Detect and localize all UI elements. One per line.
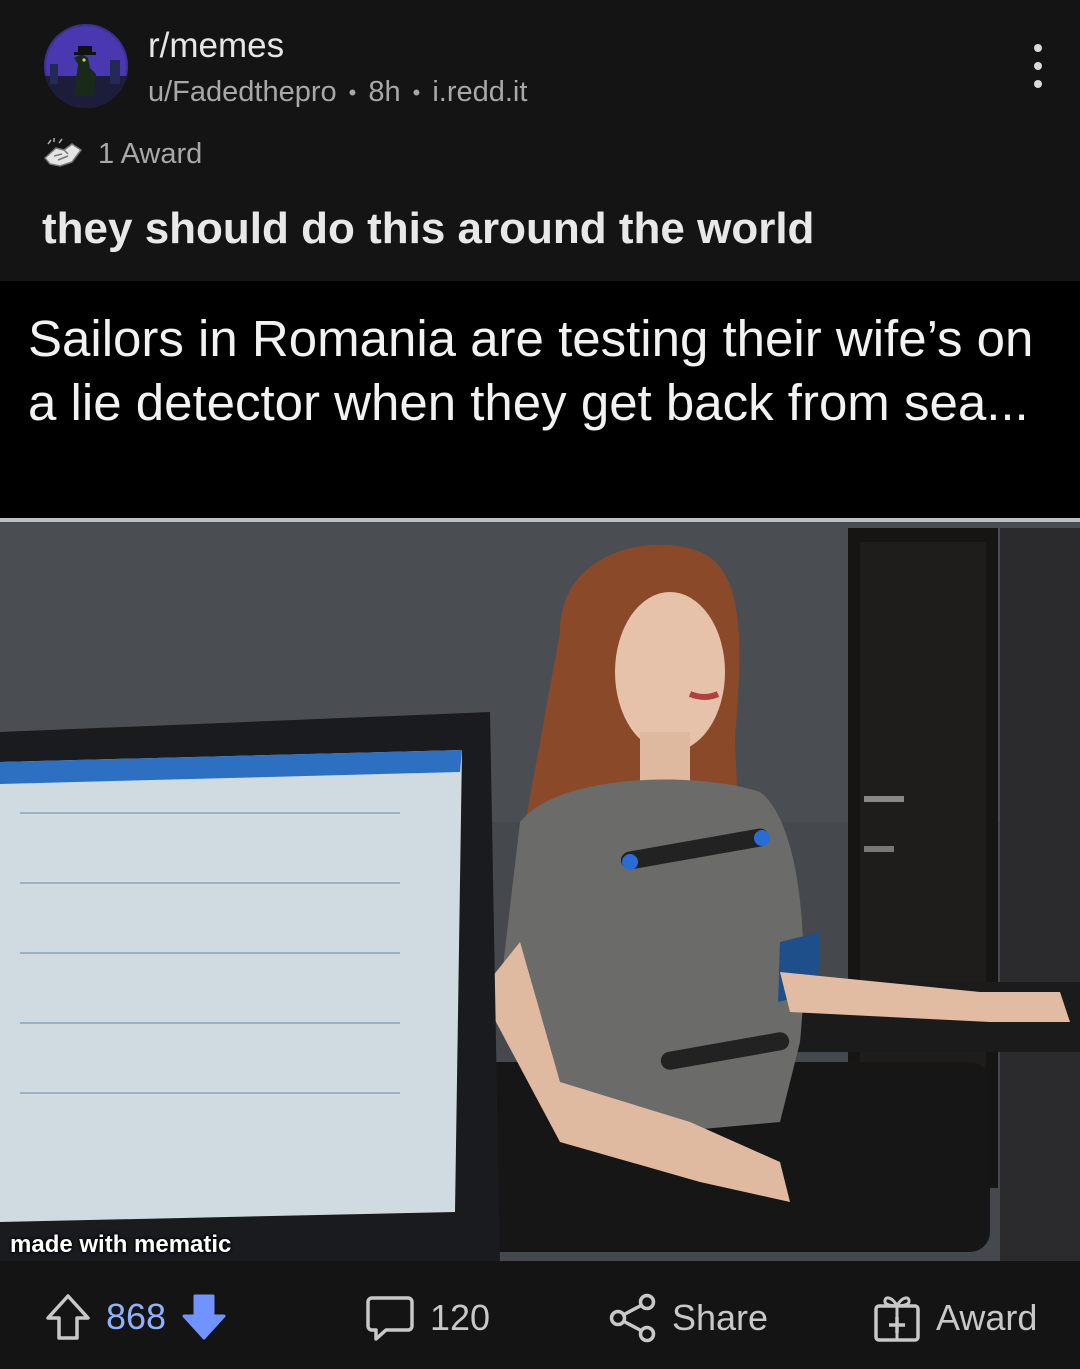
meme-watermark: made with mematic [10,1231,232,1258]
post-domain[interactable]: i.redd.it [432,76,527,109]
more-vertical-icon[interactable] [1018,44,1058,88]
post-image[interactable]: Sailors in Romania are testing their wif… [0,281,1080,1261]
award-button[interactable]: Award [872,1292,1037,1344]
meme-caption: Sailors in Romania are testing their wif… [28,310,1034,431]
award-label: Award [936,1297,1038,1338]
meme-photo [0,518,1080,1261]
meta-separator: • [412,79,421,105]
comment-count: 120 [430,1297,491,1338]
post-age: 8h [368,76,401,108]
share-button[interactable]: Share [608,1292,768,1344]
gift-award-icon [872,1292,922,1344]
award-row[interactable]: 1 Award [42,136,202,172]
subreddit-avatar-icon[interactable] [44,24,128,108]
upvote-arrow-icon[interactable] [44,1292,92,1342]
meme-caption-box: Sailors in Romania are testing their wif… [0,281,1080,518]
author-link[interactable]: u/Fadedthepro [148,76,337,109]
comments-button[interactable]: 120 [364,1292,490,1344]
post-meta: u/Fadedthepro • 8h • i.redd.it [148,76,527,109]
comment-bubble-icon [364,1292,416,1344]
vote-score: 868 [106,1296,167,1337]
award-count: 1 Award [98,137,203,170]
post-title[interactable]: they should do this around the world [42,204,814,254]
reddit-post: r/memes u/Fadedthepro • 8h • i.redd.it 1… [0,0,1080,1369]
share-icon [608,1292,658,1344]
meta-separator: • [348,79,357,105]
award-hands-icon [42,136,84,172]
post-action-bar: 868 120 Share Award [0,1262,1080,1369]
share-label: Share [672,1297,769,1338]
subreddit-name[interactable]: r/memes [148,26,284,66]
post-header: r/memes u/Fadedthepro • 8h • i.redd.it 1… [0,0,1080,280]
vote-controls: 868 [44,1292,228,1342]
downvote-arrow-icon[interactable] [180,1292,228,1342]
